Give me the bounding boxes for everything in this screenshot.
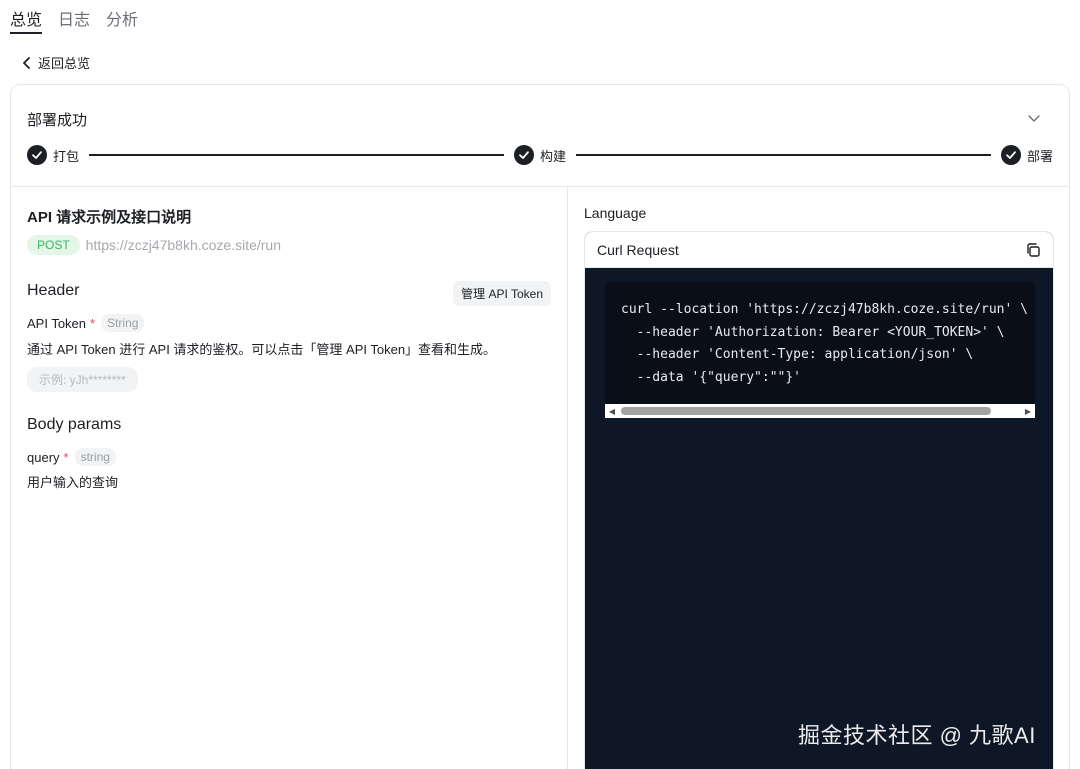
param-type-tag: String	[101, 314, 145, 332]
copy-icon[interactable]	[1025, 242, 1041, 258]
chevron-down-icon[interactable]	[1027, 111, 1041, 125]
method-badge: POST	[27, 235, 80, 255]
horizontal-scrollbar[interactable]: ◀ ▶	[605, 404, 1035, 418]
back-label: 返回总览	[38, 56, 91, 71]
api-docs-panel: API 请求示例及接口说明 POST https://zczj47b8kh.co…	[11, 187, 567, 769]
deploy-status-title: 部署成功	[27, 112, 88, 129]
tab-logs[interactable]: 日志	[58, 0, 90, 34]
deploy-steps: 打包 构建 部署	[27, 144, 1053, 166]
scrollbar-thumb[interactable]	[621, 407, 991, 415]
check-circle-icon	[514, 145, 534, 165]
header-section-title: Header	[27, 282, 80, 299]
check-circle-icon	[27, 145, 47, 165]
param-type-tag: string	[74, 448, 116, 466]
endpoint-row: POST https://zczj47b8kh.coze.site/run	[27, 235, 281, 255]
step-connector	[89, 154, 504, 156]
check-circle-icon	[1001, 145, 1021, 165]
language-label: Language	[584, 205, 647, 221]
code-request-title: Curl Request	[597, 241, 679, 258]
top-tabs: 总览 日志 分析	[10, 0, 138, 34]
endpoint-url[interactable]: https://zczj47b8kh.coze.site/run	[86, 237, 281, 253]
step-package: 打包	[27, 145, 79, 165]
header-param-row: API Token * String	[27, 314, 145, 332]
curl-snippet: curl --location 'https://zczj47b8kh.coze…	[621, 302, 1028, 385]
token-example: 示例: yJh********	[27, 367, 138, 392]
step-label: 打包	[53, 148, 80, 164]
api-section-title: API 请求示例及接口说明	[27, 209, 192, 226]
step-label: 构建	[540, 148, 567, 164]
tab-analysis[interactable]: 分析	[106, 0, 138, 34]
scrollbar-track[interactable]	[619, 404, 1021, 418]
back-to-overview-link[interactable]: 返回总览	[22, 53, 90, 72]
param-name: API Token	[27, 315, 87, 331]
scroll-left-icon[interactable]: ◀	[605, 404, 619, 418]
step-build: 构建	[514, 145, 566, 165]
step-connector	[576, 154, 991, 156]
tab-overview[interactable]: 总览	[10, 0, 43, 34]
manage-api-token-button[interactable]: 管理 API Token	[453, 281, 551, 306]
code-block[interactable]: curl --location 'https://zczj47b8kh.coze…	[605, 282, 1035, 418]
header-param-description: 通过 API Token 进行 API 请求的鉴权。可以点击「管理 API To…	[27, 342, 497, 357]
body-section-title: Body params	[27, 416, 122, 433]
body-param-row: query * string	[27, 448, 116, 466]
deployment-card: 部署成功 打包 构建 部署 API 请求示例及接口说明 POST https:/…	[10, 84, 1070, 769]
required-mark: *	[63, 449, 69, 465]
chevron-left-icon	[23, 56, 30, 69]
scroll-right-icon[interactable]: ▶	[1021, 404, 1035, 418]
step-deploy: 部署	[1001, 145, 1053, 165]
required-mark: *	[90, 315, 96, 331]
code-header: Curl Request	[585, 232, 1053, 268]
body-param-description: 用户输入的查询	[27, 475, 119, 490]
code-card: Curl Request curl --location 'https://zc…	[584, 231, 1054, 769]
step-label: 部署	[1027, 148, 1054, 164]
param-name: query	[27, 449, 60, 465]
code-example-panel: Language Curl Request curl --location 'h…	[568, 187, 1069, 769]
watermark: 掘金技术社区 @ 九歌AI	[798, 723, 1036, 748]
